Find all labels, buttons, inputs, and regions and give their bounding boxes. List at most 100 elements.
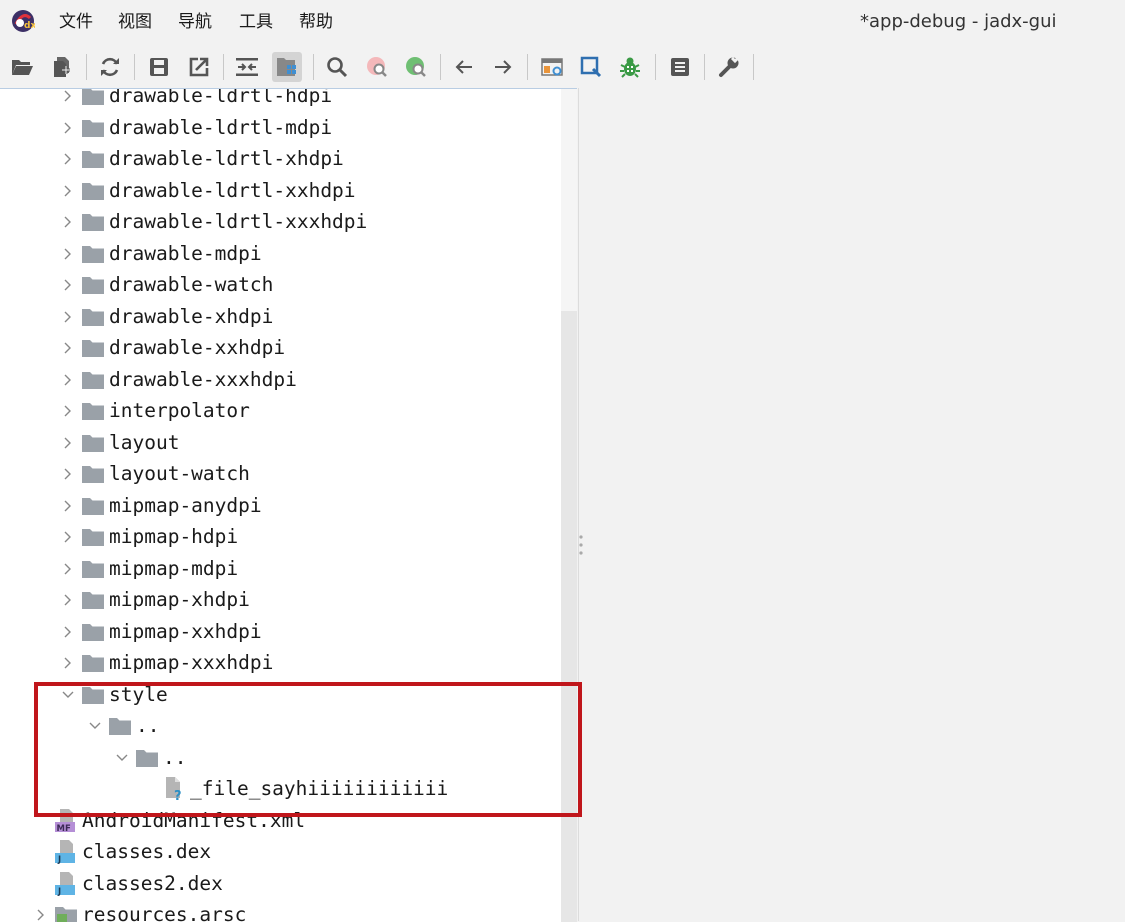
tree-item[interactable]: Jclasses.dex — [0, 837, 560, 867]
chevron-right-icon[interactable] — [61, 655, 75, 669]
chevron-right-icon[interactable] — [61, 340, 75, 354]
dex-file-icon: J — [54, 840, 78, 865]
chevron-right-icon[interactable] — [61, 498, 75, 512]
folder-icon — [81, 652, 105, 674]
sync-tree-button[interactable] — [272, 52, 302, 82]
arsc-file-icon — [54, 904, 78, 922]
dex-file-icon: J — [54, 871, 78, 897]
tree-item[interactable]: drawable-xhdpi — [0, 302, 560, 332]
chevron-right-icon[interactable] — [61, 624, 75, 638]
tree-item-label: layout — [109, 430, 180, 454]
deobfuscation-icon — [541, 58, 563, 76]
tree-item-label: mipmap-xxxhdpi — [109, 651, 274, 674]
menu-navigation[interactable]: 导航 — [178, 11, 212, 33]
chevron-right-icon[interactable] — [61, 403, 75, 417]
tree-scrollbar-thumb[interactable] — [561, 311, 577, 922]
deobfuscation-button[interactable] — [537, 52, 567, 82]
chevron-right-icon[interactable] — [61, 277, 75, 291]
folder-icon — [81, 589, 105, 611]
export-icon — [189, 57, 209, 77]
back-icon — [455, 60, 472, 74]
menu-help[interactable]: 帮助 — [299, 11, 333, 33]
svg-text:dx: dx — [24, 21, 35, 31]
tree-item[interactable]: drawable-ldrtl-xxhdpi — [0, 176, 560, 206]
chevron-right-icon[interactable] — [61, 214, 75, 228]
toolbar-separator — [704, 54, 705, 80]
chevron-right-icon[interactable] — [61, 89, 75, 102]
chevron-right-icon[interactable] — [61, 120, 75, 134]
toolbar-separator — [527, 54, 528, 80]
tree-item[interactable]: Jclasses2.dex — [0, 869, 560, 899]
tree-item[interactable]: mipmap-xhdpi — [0, 585, 560, 615]
tree-item[interactable]: mipmap-xxhdpi — [0, 617, 560, 647]
menu-file[interactable]: 文件 — [59, 11, 93, 33]
find-usage-button[interactable] — [362, 52, 392, 82]
menu-view[interactable]: 视图 — [118, 11, 152, 33]
tree-item[interactable]: interpolator — [0, 396, 560, 426]
menu-tools[interactable]: 工具 — [239, 11, 273, 33]
tree-item-label: mipmap-anydpi — [109, 493, 262, 517]
tree-item[interactable]: resources.arsc — [0, 900, 560, 922]
quark-button[interactable] — [576, 52, 606, 82]
tree-item-label: mipmap-mdpi — [109, 556, 239, 580]
chevron-right-icon[interactable] — [61, 372, 75, 386]
tree-item[interactable]: layout — [0, 428, 560, 458]
tree-item[interactable]: drawable-xxxhdpi — [0, 365, 560, 395]
toolbar-separator — [440, 54, 441, 80]
tree-item[interactable]: drawable-ldrtl-hdpi — [0, 89, 560, 111]
tree-item[interactable]: mipmap-anydpi — [0, 491, 560, 521]
flatten-packages-button[interactable] — [232, 52, 262, 82]
tree-item[interactable]: mipmap-hdpi — [0, 522, 560, 552]
toolbar-separator — [655, 54, 656, 80]
add-files-button[interactable] — [47, 52, 77, 82]
tree-item[interactable]: mipmap-xxxhdpi — [0, 648, 560, 678]
folder-icon — [81, 400, 105, 422]
tree-item-label: mipmap-xxhdpi — [109, 619, 262, 643]
window-title: *app-debug - jadx-gui — [860, 11, 1057, 32]
tree-item-label: drawable-ldrtl-xxhdpi — [109, 178, 356, 202]
tree-item[interactable]: drawable-watch — [0, 270, 560, 300]
forward-button[interactable] — [488, 52, 518, 82]
split-pane-divider-grip[interactable] — [578, 534, 584, 556]
sync-tree-icon — [277, 58, 296, 76]
tree-item[interactable]: drawable-ldrtl-mdpi — [0, 113, 560, 143]
open-folder-icon — [12, 60, 33, 75]
chevron-right-icon[interactable] — [61, 529, 75, 543]
back-button[interactable] — [449, 52, 479, 82]
tree-item-label: drawable-xxxhdpi — [109, 367, 297, 391]
folder-icon — [81, 148, 105, 170]
tree-item[interactable]: layout-watch — [0, 459, 560, 489]
folder-icon — [81, 180, 105, 202]
tree-item-label: drawable-xxhdpi — [109, 336, 286, 359]
tree-item-label: classes.dex — [82, 840, 212, 863]
open-folder-button[interactable] — [7, 52, 37, 82]
sync-button[interactable] — [95, 52, 125, 82]
chevron-right-icon[interactable] — [61, 435, 75, 449]
folder-icon — [81, 432, 105, 454]
debugger-button[interactable] — [615, 52, 645, 82]
chevron-right-icon[interactable] — [34, 907, 48, 921]
tree-item-label: mipmap-hdpi — [109, 525, 239, 548]
tree-item[interactable]: mipmap-mdpi — [0, 554, 560, 584]
search-button[interactable] — [322, 52, 352, 82]
log-button[interactable] — [665, 52, 695, 82]
chevron-right-icon[interactable] — [61, 309, 75, 323]
toolbar-separator — [313, 54, 314, 80]
menubar: dx 文件 视图 导航 工具 帮助 *app-debug - jadx-gui — [0, 0, 1125, 44]
settings-button[interactable] — [714, 52, 744, 82]
chevron-right-icon[interactable] — [61, 246, 75, 260]
debugger-icon — [620, 57, 640, 78]
tree-item[interactable]: drawable-ldrtl-xhdpi — [0, 144, 560, 174]
chevron-right-icon[interactable] — [61, 151, 75, 165]
save-button[interactable] — [144, 52, 174, 82]
chevron-right-icon[interactable] — [61, 592, 75, 606]
export-button[interactable] — [184, 52, 214, 82]
chevron-right-icon[interactable] — [61, 466, 75, 480]
tree-item[interactable]: drawable-xxhdpi — [0, 333, 560, 363]
tree-item[interactable]: drawable-mdpi — [0, 239, 560, 269]
chevron-right-icon[interactable] — [61, 183, 75, 197]
find-class-button[interactable] — [401, 52, 431, 82]
chevron-right-icon[interactable] — [61, 561, 75, 575]
tree-item[interactable]: drawable-ldrtl-xxxhdpi — [0, 207, 560, 237]
toolbar-separator — [223, 54, 224, 80]
